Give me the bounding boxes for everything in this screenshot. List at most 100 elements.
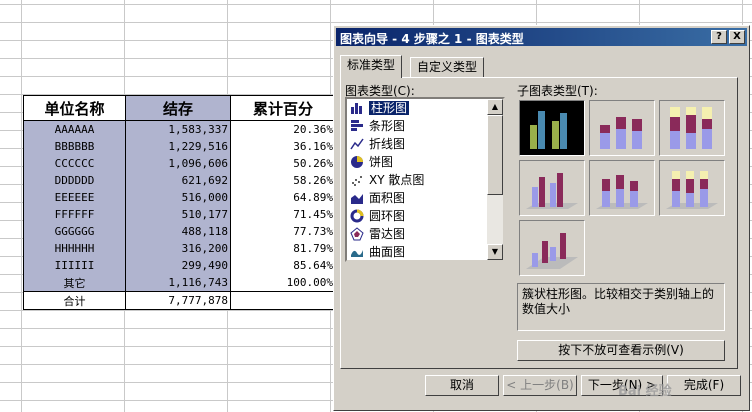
- percent-stacked-column-icon: [670, 107, 712, 149]
- header-row: 单位名称 结存 累计百分: [23, 95, 336, 121]
- surface-chart-icon: [351, 250, 363, 257]
- 3d-percent-stacked-column-icon: [666, 171, 718, 209]
- subtype-label: 子图表类型(T):: [517, 84, 598, 98]
- subtype-3d-percent-stacked-column[interactable]: [659, 160, 725, 216]
- watermark-logo: Bai 经验: [618, 384, 672, 399]
- dialog-title: 图表向导 - 4 步骤之 1 - 图表类型: [340, 32, 524, 46]
- cancel-button[interactable]: 取消: [425, 375, 499, 396]
- cell-balance[interactable]: 510,177: [125, 206, 231, 223]
- cell-total-name[interactable]: 合计: [23, 291, 126, 310]
- cell-percent[interactable]: 36.16%: [230, 138, 336, 155]
- column-chart-icon: [351, 103, 362, 114]
- table-row: FFFFFF 510,177 71.45%: [23, 206, 336, 223]
- radar-chart-icon: [350, 227, 364, 241]
- table-row: CCCCCC 1,096,606 50.26%: [23, 155, 336, 172]
- list-item-surface[interactable]: 曲面图: [347, 243, 503, 260]
- total-row: 合计 7,777,878: [23, 291, 336, 310]
- tab-custom-types[interactable]: 自定义类型: [410, 57, 485, 77]
- cell-balance[interactable]: 299,490: [125, 257, 231, 274]
- subtype-clustered-column[interactable]: [519, 100, 585, 156]
- table-row: IIIIII 299,490 85.64%: [23, 257, 336, 274]
- cell-percent[interactable]: 50.26%: [230, 155, 336, 172]
- 3d-column-icon: [526, 233, 578, 269]
- table-row: AAAAAA 1,583,337 20.36%: [23, 120, 336, 138]
- cell-name[interactable]: DDDDDD: [23, 172, 126, 189]
- list-item-area[interactable]: 面积图: [347, 189, 503, 207]
- 3d-stacked-column-icon: [596, 175, 648, 209]
- cell-percent[interactable]: 64.89%: [230, 189, 336, 206]
- list-item-bar[interactable]: 条形图: [347, 117, 503, 135]
- table-row: GGGGGG 488,118 77.73%: [23, 223, 336, 240]
- cell-balance[interactable]: 1,096,606: [125, 155, 231, 172]
- list-item-pie[interactable]: 饼图: [347, 153, 503, 171]
- cell-percent[interactable]: 58.26%: [230, 172, 336, 189]
- list-scrollbar[interactable]: ▲ ▼: [487, 99, 503, 260]
- subtype-3d-column[interactable]: [519, 220, 585, 276]
- header-balance[interactable]: 结存: [125, 95, 231, 121]
- line-chart-icon: [350, 138, 364, 150]
- cell-percent[interactable]: 71.45%: [230, 206, 336, 223]
- cell-name[interactable]: GGGGGG: [23, 223, 126, 240]
- close-button[interactable]: X: [729, 30, 745, 44]
- cell-percent[interactable]: 77.73%: [230, 223, 336, 240]
- tab-standard-types[interactable]: 标准类型: [340, 55, 403, 78]
- cell-balance[interactable]: 1,583,337: [125, 120, 231, 138]
- cell-balance[interactable]: 1,229,516: [125, 138, 231, 155]
- scroll-down-icon[interactable]: ▼: [487, 244, 503, 260]
- bar-chart-icon: [351, 120, 363, 131]
- cell-total-percent[interactable]: [230, 291, 336, 310]
- cell-balance[interactable]: 621,692: [125, 172, 231, 189]
- cell-name[interactable]: AAAAAA: [23, 120, 126, 138]
- area-chart-icon: [351, 194, 363, 204]
- subtype-percent-stacked-column[interactable]: [659, 100, 725, 156]
- header-unit-name[interactable]: 单位名称: [23, 95, 126, 121]
- list-item-doughnut[interactable]: 圆环图: [347, 207, 503, 225]
- cell-total-balance[interactable]: 7,777,878: [125, 291, 231, 310]
- cell-balance[interactable]: 316,200: [125, 240, 231, 257]
- cell-name[interactable]: CCCCCC: [23, 155, 126, 172]
- subtype-3d-clustered-column[interactable]: [519, 160, 585, 216]
- clustered-column-icon: [530, 111, 567, 149]
- cell-balance[interactable]: 1,116,743: [125, 274, 231, 292]
- header-cumulative-percent[interactable]: 累计百分: [230, 95, 336, 121]
- table-row: DDDDDD 621,692 58.26%: [23, 172, 336, 189]
- list-item-column[interactable]: 柱形图: [347, 99, 503, 117]
- cell-percent[interactable]: 81.79%: [230, 240, 336, 257]
- cell-percent[interactable]: 85.64%: [230, 257, 336, 274]
- table-row: HHHHHH 316,200 81.79%: [23, 240, 336, 257]
- preview-button[interactable]: 按下不放可查看示例(V): [517, 340, 725, 361]
- cell-name[interactable]: IIIIII: [23, 257, 126, 274]
- data-table[interactable]: 单位名称 结存 累计百分 AAAAAA 1,583,337 20.36% BBBBB…: [23, 95, 336, 310]
- list-item-radar[interactable]: 雷达图: [347, 225, 503, 243]
- cell-name[interactable]: 其它: [23, 274, 126, 292]
- stacked-column-icon: [600, 117, 642, 149]
- finish-button[interactable]: 完成(F): [667, 375, 741, 396]
- cell-percent[interactable]: 20.36%: [230, 120, 336, 138]
- subtype-3d-stacked-column[interactable]: [589, 160, 655, 216]
- back-button[interactable]: < 上一步(B): [503, 375, 577, 396]
- 3d-clustered-column-icon: [526, 173, 578, 209]
- scatter-chart-icon: [352, 176, 362, 186]
- scroll-up-icon[interactable]: ▲: [487, 99, 503, 115]
- subtype-description: 簇状柱形图。比较相交于类别轴上的数值大小: [517, 283, 725, 331]
- cell-name[interactable]: EEEEEE: [23, 189, 126, 206]
- help-button[interactable]: ?: [711, 30, 727, 44]
- chart-wizard-dialog: 图表向导 - 4 步骤之 1 - 图表类型 ? X 标准类型 自定义类型 图表类…: [333, 25, 750, 411]
- cell-name[interactable]: BBBBBB: [23, 138, 126, 155]
- table-row: 其它 1,116,743 100.00%: [23, 274, 336, 292]
- table-row: BBBBBB 1,229,516 36.16%: [23, 138, 336, 155]
- subtype-grid: [519, 100, 727, 276]
- list-item-line[interactable]: 折线图: [347, 135, 503, 153]
- cell-percent[interactable]: 100.00%: [230, 274, 336, 292]
- chart-type-list[interactable]: 柱形图 条形图 折线图 饼图 XY 散点图 面积图 圆环图 雷达图 曲面图 ▲ …: [345, 97, 505, 262]
- pie-chart-icon: [351, 156, 363, 168]
- cell-balance[interactable]: 516,000: [125, 189, 231, 206]
- list-item-scatter[interactable]: XY 散点图: [347, 171, 503, 189]
- dialog-titlebar[interactable]: 图表向导 - 4 步骤之 1 - 图表类型 ? X: [336, 28, 747, 46]
- scroll-thumb[interactable]: [487, 115, 503, 195]
- doughnut-chart-icon: [350, 209, 364, 223]
- subtype-stacked-column[interactable]: [589, 100, 655, 156]
- cell-name[interactable]: HHHHHH: [23, 240, 126, 257]
- cell-balance[interactable]: 488,118: [125, 223, 231, 240]
- cell-name[interactable]: FFFFFF: [23, 206, 126, 223]
